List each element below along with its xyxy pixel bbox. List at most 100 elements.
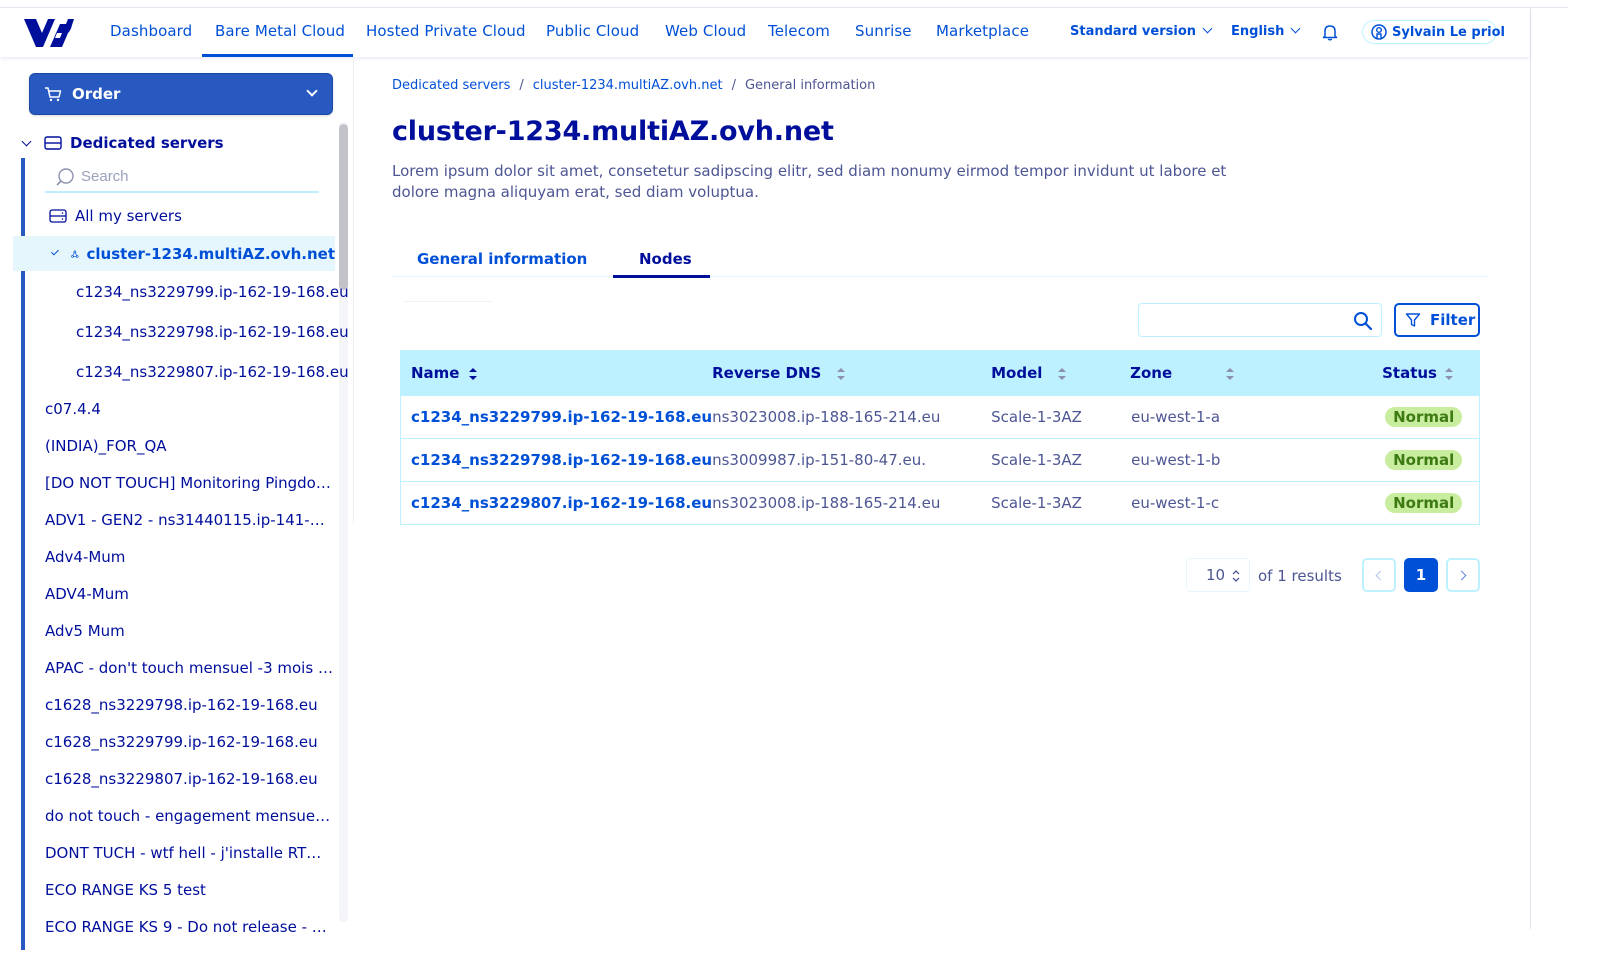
tab-general-information[interactable]: General information (417, 250, 587, 268)
sidebar-item-cluster[interactable]: cluster-1234.multiAZ.ovh.net (13, 236, 335, 271)
user-name: Sylvain Le priol (1392, 24, 1505, 40)
language-select-label: English (1231, 24, 1285, 39)
sidebar-server-item[interactable]: do not touch - engagement mensuel d… (45, 807, 333, 827)
sort-icon[interactable] (1444, 367, 1453, 380)
sidebar-search[interactable] (45, 162, 319, 193)
status-cell: Normal (1382, 438, 1480, 482)
sidebar-server-item[interactable]: c07.4.4 (45, 400, 333, 420)
tabs-divider (392, 276, 1488, 277)
server-icon (49, 209, 67, 223)
divider (403, 301, 493, 302)
zone-cell: eu-west-1-a (1130, 395, 1383, 439)
search-icon[interactable] (1353, 311, 1373, 331)
user-menu-button[interactable]: Sylvain Le priol (1362, 20, 1505, 44)
model-cell: Scale-1-3AZ (991, 481, 1131, 525)
nav-hosted-private-cloud[interactable]: Hosted Private Cloud (366, 22, 526, 40)
sort-icon[interactable] (469, 367, 478, 380)
sidebar-node-item[interactable]: c1234_ns3229798.ip-162-19-168.eu (76, 323, 349, 343)
zone-cell: eu-west-1-b (1130, 438, 1383, 482)
ovhcloud-logo-icon[interactable] (24, 16, 74, 50)
next-page-button[interactable] (1446, 558, 1480, 592)
page-description: Lorem ipsum dolor sit amet, consetetur s… (392, 162, 1227, 201)
sidebar-server-item[interactable]: [DO NOT TOUCH] Monitoring Pingdom_ (45, 474, 333, 494)
chevron-left-icon (1375, 570, 1386, 580)
table-search[interactable] (1138, 303, 1382, 337)
sidebar-server-item[interactable]: c1628_ns3229798.ip-162-19-168.eu (45, 696, 333, 716)
previous-page-button[interactable] (1362, 558, 1396, 592)
status-cell: Normal (1382, 481, 1480, 525)
table-header-row: Name Reverse DNS Model Zone Status (400, 350, 1480, 396)
sidebar-server-item[interactable]: ECO RANGE KS 5 test (45, 881, 333, 901)
chevron-down-icon (1202, 23, 1213, 34)
status-badge: Normal (1385, 407, 1463, 427)
sidebar-server-item[interactable]: ADV4-Mum (45, 585, 333, 605)
nav-public-cloud[interactable]: Public Cloud (546, 22, 639, 40)
filter-button[interactable]: Filter (1394, 303, 1480, 337)
filter-button-label: Filter (1430, 311, 1476, 329)
page-size-select[interactable]: 10 (1186, 558, 1250, 592)
server-icon (44, 136, 62, 150)
sort-icon[interactable] (1058, 367, 1067, 380)
sidebar-item-all-servers[interactable]: All my servers (49, 206, 182, 226)
sidebar-server-item[interactable]: (INDIA)_FOR_QA (45, 437, 333, 457)
column-header-name[interactable]: Name (400, 350, 713, 396)
breadcrumb-separator: / (519, 78, 524, 93)
top-navbar: Dashboard Bare Metal Cloud Hosted Privat… (0, 8, 1530, 57)
chevron-down-icon (51, 247, 59, 256)
nav-marketplace[interactable]: Marketplace (936, 22, 1029, 40)
sidebar-node-item[interactable]: c1234_ns3229799.ip-162-19-168.eu (76, 283, 349, 303)
version-select-label: Standard version (1070, 24, 1197, 39)
nav-web-cloud[interactable]: Web Cloud (665, 22, 746, 40)
breadcrumb-current: General information (744, 78, 876, 93)
column-header-label: Status (1382, 364, 1437, 382)
breadcrumb-link-cluster[interactable]: cluster-1234.multiAZ.ovh.net (533, 78, 723, 93)
page-size-value: 10 (1206, 566, 1226, 584)
tab-nodes[interactable]: Nodes (639, 250, 692, 268)
column-header-reverse-dns[interactable]: Reverse DNS (712, 350, 992, 396)
sidebar-server-item[interactable]: APAC - don't touch mensuel -3 mois n… (45, 659, 333, 679)
sidebar-node-item[interactable]: c1234_ns3229807.ip-162-19-168.eu (76, 363, 349, 383)
nav-telecom[interactable]: Telecom (768, 22, 830, 40)
sidebar-server-item[interactable]: c1628_ns3229807.ip-162-19-168.eu (45, 770, 333, 790)
node-name-link[interactable]: c1234_ns3229799.ip-162-19-168.eu (400, 395, 713, 439)
order-button-label: Order (72, 85, 121, 103)
sidebar-search-input[interactable] (81, 168, 301, 185)
node-name-link[interactable]: c1234_ns3229798.ip-162-19-168.eu (400, 438, 713, 482)
sidebar-server-item[interactable]: Adv5 Mum (45, 622, 333, 642)
sort-icon[interactable] (1226, 367, 1235, 380)
chevron-right-icon (1456, 570, 1467, 580)
bell-icon[interactable] (1322, 23, 1338, 41)
filter-icon (1405, 313, 1421, 327)
sidebar-item-label: All my servers (75, 207, 182, 225)
sidebar-scrollbar-thumb[interactable] (339, 124, 348, 290)
table-search-input[interactable] (1147, 311, 1343, 327)
reverse-dns-cell: ns3009987.ip-151-80-47.eu. (712, 438, 992, 482)
table-row: c1234_ns3229799.ip-162-19-168.eu ns30230… (400, 395, 1480, 439)
nav-sunrise[interactable]: Sunrise (855, 22, 912, 40)
user-icon (1371, 24, 1387, 40)
column-header-model[interactable]: Model (991, 350, 1131, 396)
breadcrumb-link-dedicated-servers[interactable]: Dedicated servers (392, 78, 510, 93)
sort-icon[interactable] (837, 367, 846, 380)
breadcrumb: Dedicated servers / cluster-1234.multiAZ… (392, 78, 875, 93)
column-header-label: Zone (1130, 364, 1173, 382)
version-select[interactable]: Standard version (1070, 23, 1213, 39)
column-header-zone[interactable]: Zone (1130, 350, 1383, 396)
language-select[interactable]: English (1231, 23, 1301, 39)
order-button[interactable]: Order (29, 73, 333, 115)
page-number-button[interactable]: 1 (1404, 558, 1438, 592)
sidebar-server-item[interactable]: DONT TUCH - wtf hell - j'installe RTM e… (45, 844, 333, 864)
sidebar-server-item[interactable]: Adv4-Mum (45, 548, 333, 568)
sidebar-section-dedicated-servers[interactable]: Dedicated servers (18, 132, 224, 154)
sidebar-server-item[interactable]: ADV1 - GEN2 - ns31440115.ip-141-94-1… (45, 511, 333, 531)
nav-dashboard[interactable]: Dashboard (110, 22, 192, 40)
node-name-link[interactable]: c1234_ns3229807.ip-162-19-168.eu (400, 481, 713, 525)
sidebar-server-item[interactable]: c1628_ns3229799.ip-162-19-168.eu (45, 733, 333, 753)
zone-cell: eu-west-1-c (1130, 481, 1383, 525)
nav-bare-metal-cloud[interactable]: Bare Metal Cloud (215, 22, 345, 40)
search-icon (56, 167, 74, 186)
column-header-status[interactable]: Status (1382, 350, 1480, 396)
sidebar-server-item[interactable]: ECO RANGE KS 9 - Do not release - Tes… (45, 918, 333, 938)
status-cell: Normal (1382, 395, 1480, 439)
page-title: cluster-1234.multiAZ.ovh.net (392, 116, 834, 147)
